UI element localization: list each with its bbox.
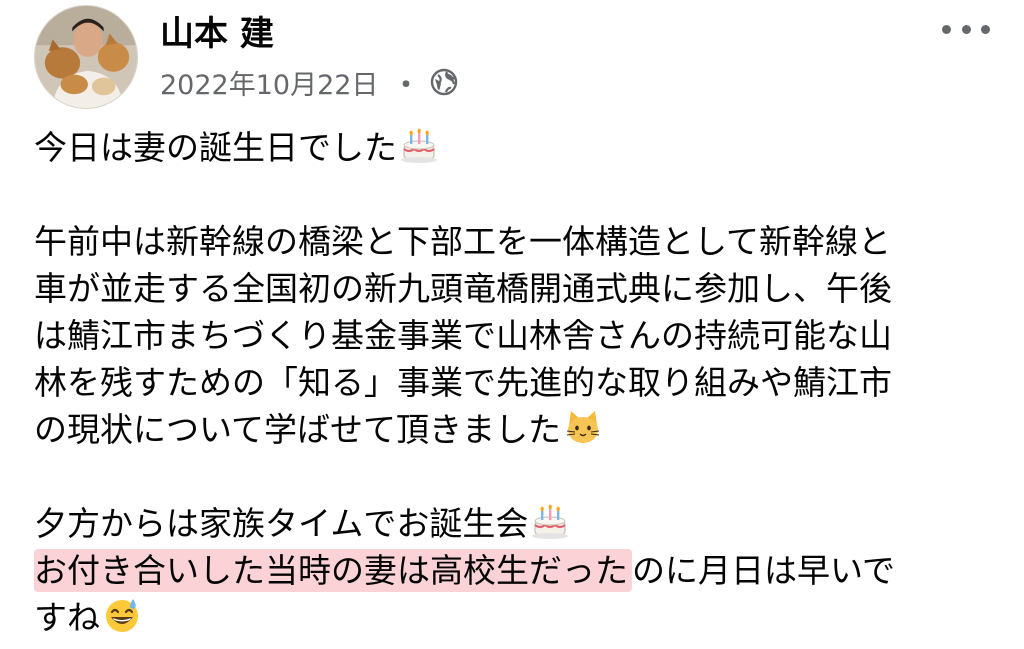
- more-dot: [981, 24, 990, 34]
- birthday-cake-icon: [532, 504, 569, 539]
- text-highlight: お付き合いした当時の妻は高校生だった: [34, 549, 632, 592]
- more-options-button[interactable]: [942, 14, 990, 44]
- birthday-cake-icon: [401, 128, 437, 163]
- post-line: 林を残すための「知る」事業で先進的な取り組みや鯖江市: [34, 363, 892, 402]
- post-body: 今日は妻の誕生日でした 午前中は新幹線の橋梁と下部工を一体構造として新幹線と 車…: [34, 124, 994, 641]
- author-name[interactable]: 山本 建: [160, 12, 274, 56]
- post-line: 車が並走する全国初の新九頭竜橋開通式典に参加し、午後: [34, 269, 892, 308]
- post-line: 午前中は新幹線の橋梁と下部工を一体構造として新幹線と: [34, 222, 892, 261]
- more-dot: [961, 24, 971, 34]
- post-line: 夕方からは家族タイムでお誕生会: [34, 500, 994, 547]
- post-line: は鯖江市まちづくり基金事業で山林舎さんの持続可能な山: [34, 316, 892, 355]
- grinning-sweat-icon: [106, 599, 138, 632]
- globe-icon[interactable]: [429, 67, 459, 97]
- cat-face-icon: [566, 411, 600, 443]
- avatar[interactable]: [34, 5, 138, 109]
- post-line: 今日は妻の誕生日でした: [34, 124, 994, 171]
- post-line-highlighted: お付き合いした当時の妻は高校生だった のに月日は早いで: [34, 549, 896, 592]
- facebook-post: 山本 建 2022年10月22日 ・ 今日は妻の誕生日でした 午前中は新幹線の橋…: [0, 0, 1024, 649]
- profile-photo-icon: [35, 6, 137, 108]
- more-dot: [942, 24, 951, 34]
- post-meta: 2022年10月22日 ・: [160, 62, 459, 102]
- post-line: すね: [34, 594, 994, 641]
- post-line: の現状について学ばせて頂きました: [34, 406, 994, 453]
- post-date[interactable]: 2022年10月22日: [160, 63, 378, 102]
- meta-separator: ・: [392, 69, 420, 101]
